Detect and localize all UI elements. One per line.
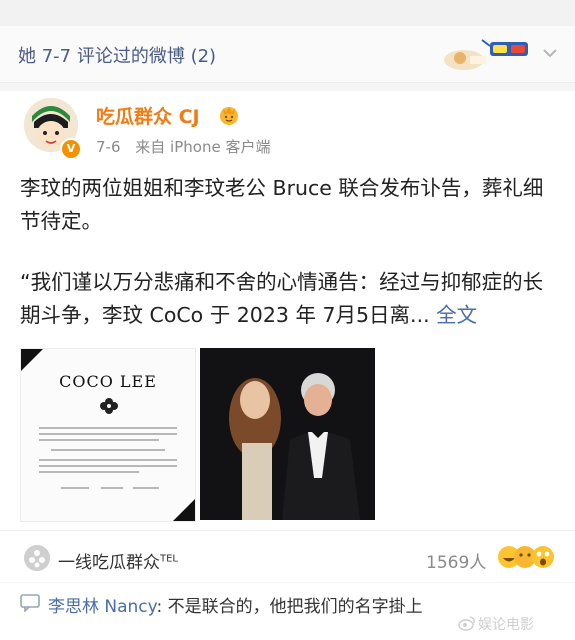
notice-text-line: [39, 439, 159, 441]
post-username[interactable]: 吃瓜群众 CJ: [96, 102, 200, 129]
notice-text-line: [51, 449, 165, 451]
post-date: 7-6: [96, 138, 121, 156]
post-meta: 7-6 来自 iPhone 客户端: [96, 136, 280, 157]
flower-icon: [100, 398, 118, 414]
notice-text-line: [39, 427, 177, 429]
chevron-down-icon[interactable]: [540, 43, 560, 63]
like-count[interactable]: 1569人: [426, 548, 486, 573]
comment-row[interactable]: 李思林 Nancy: 不是联合的，他把我们的名字掛上: [48, 592, 423, 617]
group-icon[interactable]: [24, 545, 50, 571]
comment-text: : 不是联合的，他把我们的名字掛上: [156, 597, 423, 617]
reaction-emoji-icon[interactable]: [497, 543, 557, 571]
photo-illustration: [200, 348, 375, 520]
notice-title: COCO LEE: [59, 372, 157, 391]
notice-text-line: [39, 471, 139, 473]
section-title: 她 7-7 评论过的微博 (2): [18, 46, 217, 67]
comment-author[interactable]: 李思林 Nancy: [48, 597, 156, 617]
divider: [0, 530, 575, 531]
post-image-notice[interactable]: COCO LEE: [20, 348, 196, 522]
group-name-sup: TEL: [160, 553, 178, 565]
verified-icon: V: [60, 138, 82, 160]
notice-signature-line: [133, 487, 159, 489]
group-name[interactable]: 一线吃瓜群众TEL: [58, 548, 178, 573]
top-bar: [0, 0, 575, 26]
section-gap: [0, 83, 575, 91]
notice-signature-line: [101, 487, 123, 489]
post-paragraph-2: “我们谨以万分悲痛和不舍的心情通告：经过与抑郁症的长期斗争，李玟 CoCo 于 …: [20, 266, 560, 332]
full-text-link[interactable]: 全文: [436, 303, 477, 327]
notice-text-line: [39, 433, 177, 435]
watermark-brand: 娱论电影: [478, 617, 534, 633]
comment-icon: [20, 594, 40, 612]
post-source: 来自 iPhone 客户端: [135, 138, 271, 156]
group-name-text: 一线吃瓜群众: [58, 553, 160, 573]
notice-signature-line: [61, 487, 89, 489]
sticker-icon: [444, 39, 528, 70]
notice-text-line: [39, 459, 177, 461]
weibo-logo-icon: [458, 616, 475, 631]
divider: [0, 582, 575, 583]
post-paragraph-1: 李玟的两位姐姐和李玟老公 Bruce 联合发布讣告，葬礼细节待定。: [20, 176, 544, 233]
section-header[interactable]: 她 7-7 评论过的微博 (2): [0, 26, 575, 83]
post-image-photo[interactable]: [200, 348, 375, 520]
notice-text-line: [39, 465, 177, 467]
emoji-badge-icon: [220, 107, 238, 125]
